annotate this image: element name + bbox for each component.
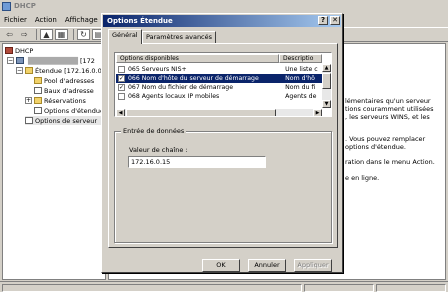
option-checkbox[interactable]: ✓ [118, 75, 125, 82]
option-checkbox[interactable] [118, 93, 125, 100]
option-checkbox[interactable]: ✓ [118, 84, 125, 91]
option-description: Nom d'hô [285, 75, 315, 82]
tree-label-leases: Baux d'adresse [44, 86, 94, 95]
vertical-scrollbar[interactable]: ▲ ▼ [322, 64, 331, 108]
pool-folder-icon [34, 77, 42, 84]
menu-fichier[interactable]: Fichier [4, 16, 27, 24]
tree-item-pool[interactable]: Pool d'adresses [34, 76, 94, 85]
status-bar [0, 281, 448, 292]
scope-options-dialog: Options Étendue ? ✕ Général Paramètres a… [101, 13, 343, 273]
list-item[interactable]: ✓ 066 Nom d'hôte du serveur de démarrage… [116, 74, 322, 83]
up-folder-icon[interactable]: ▲ [40, 29, 53, 40]
ok-button[interactable]: OK [202, 259, 240, 272]
option-name: 065 Serveurs NIS+ [128, 66, 187, 73]
tree-item-reservations[interactable]: + Réservations [25, 96, 86, 105]
tree-item-scope-options[interactable]: Options d'étendue [34, 106, 104, 115]
tree-item-server[interactable]: − ██████████ [172 [7, 56, 95, 65]
scroll-right-icon[interactable]: ▶ [313, 109, 322, 116]
horizontal-scrollbar[interactable]: ◀ ▶ [116, 109, 322, 116]
details-text-line: , les serveurs WINS, et les [345, 113, 430, 121]
string-value-label: Valeur de chaîne : [129, 146, 188, 154]
details-text-line: options d'étendue. [345, 143, 406, 151]
tree-item-dhcp[interactable]: DHCP [5, 46, 33, 55]
menu-affichage[interactable]: Affichage [65, 16, 98, 24]
tree-item-scope[interactable]: − Étendue [172.16.0.0] [16, 66, 104, 75]
list-item[interactable]: 065 Serveurs NIS+ Une liste c [116, 65, 322, 74]
forward-arrow-icon[interactable]: ⇨ [18, 29, 31, 40]
dialog-title: Options Étendue [107, 17, 173, 25]
server-icon [16, 57, 24, 64]
tree-label-pool: Pool d'adresses [44, 76, 95, 85]
help-button[interactable]: ? [318, 16, 328, 25]
option-name: 068 Agents locaux IP mobiles [128, 93, 220, 100]
scroll-left-icon[interactable]: ◀ [116, 109, 125, 116]
main-titlebar: DHCP [0, 0, 448, 12]
details-text-line: e en ligne. [345, 174, 380, 182]
reservations-folder-icon [34, 97, 42, 104]
tree-item-server-options[interactable]: Options de serveur [25, 116, 102, 125]
dialog-titlebar: Options Étendue [103, 15, 341, 27]
status-cell [304, 284, 374, 292]
status-cell [376, 284, 446, 292]
scroll-thumb[interactable] [322, 73, 331, 89]
option-description: Agents de [285, 93, 317, 100]
cancel-button[interactable]: Annuler [248, 259, 286, 272]
main-title-text: DHCP [14, 2, 36, 10]
server-options-icon [25, 117, 33, 124]
tree-label-dhcp: DHCP [15, 46, 34, 55]
collapse-icon[interactable]: − [7, 57, 14, 64]
details-text-line: . Vous pouvez remplacer [345, 135, 426, 143]
dhcp-node-icon [5, 47, 13, 54]
option-description: Une liste c [285, 66, 318, 73]
console-tree: DHCP − ██████████ [172 − Étendue [172.16… [2, 43, 106, 280]
option-name: 067 Nom du fichier de démarrage [128, 84, 234, 91]
scope-folder-icon [25, 67, 33, 74]
toolbar-separator [36, 29, 37, 40]
dhcp-app-icon [2, 1, 11, 11]
details-text-line: tions couramment utilisées [345, 105, 434, 113]
server-name-redacted: ██████████ [28, 56, 78, 65]
scroll-up-icon[interactable]: ▲ [322, 64, 331, 72]
tree-item-leases[interactable]: Baux d'adresse [34, 86, 94, 95]
tree-label-server-ip: [172 [80, 56, 95, 65]
list-item[interactable]: ✓ 067 Nom du fichier de démarrage Nom du… [116, 83, 322, 92]
list-item[interactable]: 068 Agents locaux IP mobiles Agents de [116, 92, 322, 101]
expand-icon[interactable]: + [25, 97, 32, 104]
tree-label-scope-options: Options d'étendue [44, 106, 104, 115]
back-arrow-icon[interactable]: ⇦ [3, 29, 16, 40]
option-description: Nom du fi [285, 84, 316, 91]
leases-icon [34, 87, 42, 94]
options-list[interactable]: Options disponibles Descriptio 065 Serve… [114, 52, 332, 117]
toolbar-separator [73, 29, 74, 40]
tree-label-server-options: Options de serveur [35, 116, 98, 125]
column-header-description[interactable]: Descriptio [279, 54, 322, 63]
tab-advanced[interactable]: Paramètres avancés [142, 31, 217, 43]
details-text-line: lémentaires qu'un serveur [345, 97, 431, 105]
column-header-options[interactable]: Options disponibles [116, 54, 279, 63]
status-cell [2, 284, 302, 292]
show-tree-icon[interactable]: ▦ [55, 29, 68, 40]
menu-action[interactable]: Action [35, 16, 57, 24]
collapse-icon[interactable]: − [16, 67, 23, 74]
details-text-line: ration dans le menu Action. [345, 158, 435, 166]
string-value-field[interactable]: 172.16.0.15 [128, 156, 266, 168]
refresh-icon[interactable]: ↻ [77, 29, 90, 40]
apply-button[interactable]: Appliquer [294, 259, 332, 272]
data-entry-group-label: Entrée de données [121, 127, 187, 135]
scroll-thumb[interactable] [126, 109, 276, 116]
tree-label-scope: Étendue [172.16.0.0] [35, 66, 105, 75]
tree-label-reservations: Réservations [44, 96, 86, 105]
close-button[interactable]: ✕ [330, 16, 340, 25]
option-checkbox[interactable] [118, 66, 125, 73]
scroll-down-icon[interactable]: ▼ [322, 100, 331, 108]
tab-general[interactable]: Général [108, 29, 142, 44]
option-name: 066 Nom d'hôte du serveur de démarrage [128, 75, 259, 82]
scope-options-icon [34, 107, 42, 114]
